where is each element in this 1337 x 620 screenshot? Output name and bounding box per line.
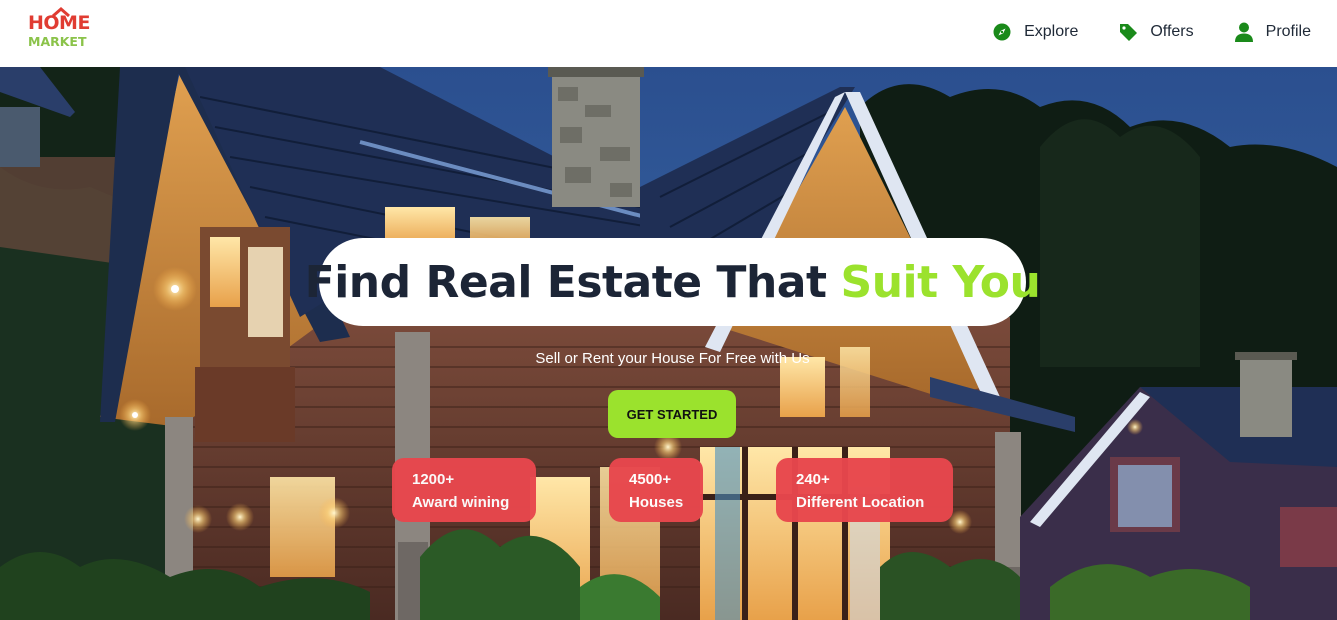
- top-navbar: HOME MARKET Explore Offers Profile: [0, 0, 1337, 67]
- main-nav: Explore Offers Profile: [952, 19, 1311, 45]
- tag-icon: [1118, 22, 1138, 42]
- hero-subtitle: Sell or Rent your House For Free with Us: [535, 350, 810, 367]
- nav-item-label: Offers: [1150, 23, 1194, 40]
- nav-item-label: Profile: [1265, 23, 1311, 40]
- logo-home-text: HOME: [28, 12, 90, 34]
- compass-icon: [992, 22, 1012, 42]
- stat-label: Different Location: [796, 494, 925, 511]
- hero-title-accent: Suit You: [840, 256, 1041, 308]
- stat-card-houses: 4500+ Houses: [609, 458, 703, 522]
- user-icon: [1234, 22, 1254, 42]
- nav-item-label: Explore: [1024, 23, 1079, 40]
- stat-value: 240+: [796, 471, 830, 488]
- house-background-image: [0, 67, 1337, 620]
- logo-market-text: MARKET: [28, 34, 87, 49]
- stat-card-awards: 1200+ Award wining: [392, 458, 536, 522]
- stat-label: Houses: [629, 494, 684, 511]
- nav-item-offers[interactable]: Offers: [1118, 22, 1194, 42]
- stat-value: 4500+: [629, 471, 672, 488]
- nav-item-profile[interactable]: Profile: [1234, 22, 1311, 42]
- nav-item-explore[interactable]: Explore: [992, 22, 1078, 42]
- home-market-logo[interactable]: HOME MARKET: [28, 7, 104, 51]
- hero-title-banner: Find Real Estate That Suit You: [305, 238, 1041, 326]
- stat-card-locations: 240+ Different Location: [776, 458, 953, 522]
- hero-section: Find Real Estate That Suit You Sell or R…: [0, 67, 1337, 620]
- stat-value: 1200+: [412, 471, 455, 488]
- stat-label: Award wining: [412, 494, 510, 511]
- hero-title-main: Find Real Estate That: [304, 256, 827, 308]
- get-started-button[interactable]: GET STARTED: [608, 390, 736, 438]
